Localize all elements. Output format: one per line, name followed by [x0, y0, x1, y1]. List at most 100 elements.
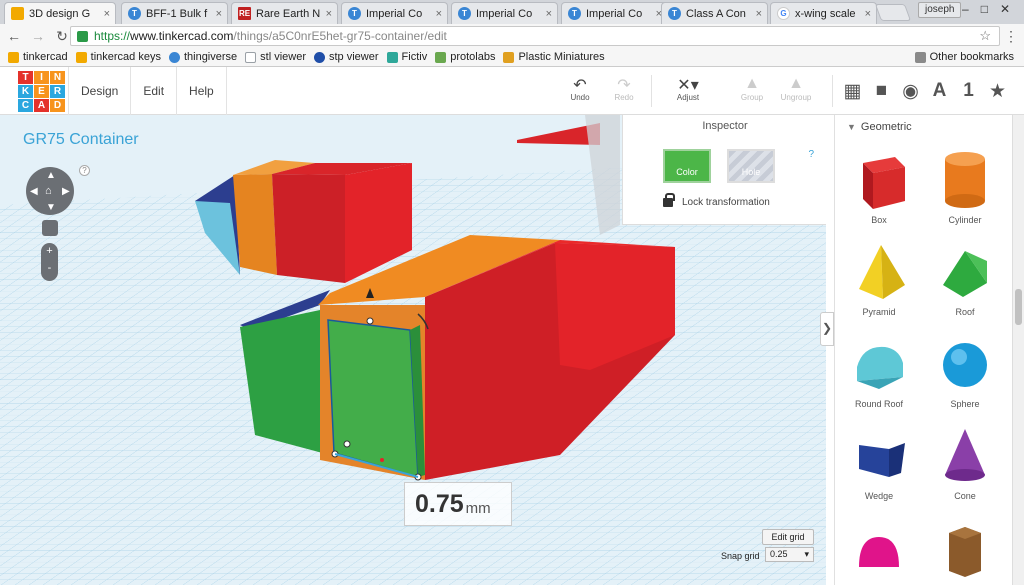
- browser-tab[interactable]: T Imperial Co ×: [561, 2, 668, 24]
- rare-earth-favicon-icon: RE: [238, 7, 251, 20]
- ungroup-button[interactable]: ▲ Ungroup: [774, 75, 818, 102]
- close-tab-icon[interactable]: ×: [546, 8, 552, 20]
- box-icon[interactable]: ■: [867, 80, 896, 102]
- pan-down-icon[interactable]: ▼: [46, 202, 56, 213]
- thingiverse-favicon-icon: T: [568, 7, 581, 20]
- dimension-input[interactable]: 0.75 mm: [404, 482, 512, 526]
- browser-tab[interactable]: T Imperial Co ×: [451, 2, 558, 24]
- profile-button[interactable]: joseph: [918, 2, 962, 18]
- browser-tab[interactable]: T Class A Con ×: [661, 2, 768, 24]
- shape-cylinder[interactable]: Cylinder: [925, 149, 1005, 225]
- help-icon[interactable]: ?: [79, 165, 90, 176]
- sphere-icon[interactable]: ◉: [896, 80, 925, 103]
- pan-left-icon[interactable]: ◀: [30, 186, 38, 197]
- shape-category-header[interactable]: ▼ Geometric: [847, 121, 912, 133]
- shape-cone[interactable]: Cone: [925, 425, 1005, 501]
- maximize-icon[interactable]: □: [981, 2, 1000, 16]
- number-icon[interactable]: 1: [954, 80, 983, 102]
- resize-handle[interactable]: [343, 440, 351, 448]
- close-tab-icon[interactable]: ×: [104, 8, 110, 20]
- other-bookmarks[interactable]: Other bookmarks: [914, 51, 1014, 63]
- reload-icon[interactable]: ↻: [52, 26, 72, 46]
- group-button[interactable]: ▲ Group: [730, 75, 774, 102]
- browser-toolbar: ← → ↻ https://www.tinkercad.com/things/a…: [0, 24, 1024, 48]
- pan-up-icon[interactable]: ▲: [46, 170, 56, 181]
- minimize-icon[interactable]: –: [962, 2, 981, 16]
- resize-handle[interactable]: [366, 317, 374, 325]
- close-tab-icon[interactable]: ×: [326, 8, 332, 20]
- browser-tab[interactable]: 3D design G ×: [4, 2, 116, 24]
- color-swatch-button[interactable]: Color: [663, 149, 711, 183]
- shape-wedge[interactable]: Wedge: [839, 425, 919, 501]
- dimension-value[interactable]: 0.75: [415, 490, 464, 519]
- inspector-help-icon[interactable]: ?: [808, 149, 814, 160]
- pan-right-icon[interactable]: ▶: [62, 186, 70, 197]
- pyramid-shape-icon: [859, 245, 905, 299]
- browser-tab[interactable]: T BFF-1 Bulk f ×: [121, 2, 228, 24]
- redo-button[interactable]: ↷ Redo: [602, 75, 646, 102]
- close-tab-icon[interactable]: ×: [756, 8, 762, 20]
- url-path: /things/a5C0nrE5het-gr75-container/edit: [233, 29, 447, 43]
- scrollbar-thumb[interactable]: [1015, 289, 1022, 325]
- edit-grid-button[interactable]: Edit grid: [762, 529, 814, 545]
- browser-menu-icon[interactable]: ⋮: [1004, 28, 1018, 45]
- collapse-panel-chevron-icon[interactable]: ❯: [820, 312, 834, 346]
- back-arrow-icon[interactable]: ←: [4, 26, 24, 46]
- favorites-icon[interactable]: ★: [983, 80, 1012, 103]
- close-tab-icon[interactable]: ×: [865, 8, 871, 20]
- bookmark-plastic-miniatures[interactable]: Plastic Miniatures: [503, 51, 605, 63]
- new-tab-button[interactable]: [874, 4, 912, 21]
- adjust-button[interactable]: ✕▾ Adjust: [666, 75, 710, 102]
- tinkercad-logo[interactable]: T I N K E R C A D: [18, 71, 65, 112]
- hole-button[interactable]: Hole: [727, 149, 775, 183]
- shape-sphere[interactable]: Sphere: [925, 333, 1005, 409]
- thingiverse-favicon-icon: T: [668, 7, 681, 20]
- browser-tab[interactable]: RE Rare Earth N ×: [231, 2, 338, 24]
- close-tab-icon[interactable]: ×: [216, 8, 222, 20]
- shape-pyramid[interactable]: Pyramid: [839, 241, 919, 317]
- bookmark-thingiverse[interactable]: thingiverse: [168, 51, 237, 63]
- bookmark-star-icon[interactable]: ☆: [979, 28, 991, 44]
- view-navigation-control[interactable]: ▲ ▼ ◀ ▶ ⌂: [26, 167, 74, 215]
- grid-icon[interactable]: ▦: [838, 80, 867, 103]
- sphere-shape-icon: [943, 343, 987, 387]
- browser-tab[interactable]: T Imperial Co ×: [341, 2, 448, 24]
- close-window-icon[interactable]: ✕: [1000, 2, 1022, 16]
- workplane-viewport[interactable]: GR75 Container ? ▲ ▼ ◀ ▶ ⌂ + - Inspector…: [0, 115, 826, 585]
- browser-tab[interactable]: G x-wing scale ×: [770, 2, 877, 24]
- text-icon[interactable]: A: [925, 80, 954, 102]
- folder-icon: [914, 51, 926, 63]
- snap-grid-select[interactable]: 0.25: [765, 547, 814, 562]
- bookmark-protolabs[interactable]: protolabs: [435, 51, 495, 63]
- menu-design[interactable]: Design: [68, 67, 130, 115]
- bookmark-tinkercad-keys[interactable]: tinkercad keys: [75, 51, 161, 63]
- shape-half-sphere[interactable]: [839, 517, 919, 583]
- forward-arrow-icon[interactable]: →: [28, 26, 48, 46]
- bookmark-tinkercad[interactable]: tinkercad: [8, 51, 68, 63]
- redo-icon: ↷: [617, 77, 631, 94]
- bookmark-stl-viewer[interactable]: stl viewer: [245, 51, 306, 63]
- zoom-in-button[interactable]: +: [41, 243, 58, 260]
- design-title[interactable]: GR75 Container: [23, 131, 139, 149]
- tab-title: Imperial Co: [366, 7, 423, 20]
- menu-edit[interactable]: Edit: [130, 67, 176, 115]
- undo-button[interactable]: ↶ Undo: [558, 75, 602, 102]
- bookmark-stp-viewer[interactable]: stp viewer: [314, 51, 379, 63]
- zoom-out-button[interactable]: -: [41, 260, 58, 277]
- lock-transformation-toggle[interactable]: Lock transformation: [663, 193, 770, 208]
- close-tab-icon[interactable]: ×: [436, 8, 442, 20]
- window-controls[interactable]: –□✕: [962, 2, 1022, 16]
- shape-round-roof[interactable]: Round Roof: [839, 333, 919, 409]
- shape-polygon[interactable]: [925, 517, 1005, 583]
- address-bar[interactable]: https://www.tinkercad.com/things/a5C0nrE…: [70, 26, 1000, 46]
- bookmark-label: stp viewer: [329, 51, 379, 63]
- fit-view-button[interactable]: [42, 220, 58, 236]
- bookmark-label: Plastic Miniatures: [518, 51, 605, 63]
- shapes-scrollbar[interactable]: [1012, 115, 1024, 585]
- menu-help[interactable]: Help: [176, 67, 227, 115]
- shape-roof[interactable]: Roof: [925, 241, 1005, 317]
- polygon-shape-icon: [949, 527, 981, 577]
- shape-box[interactable]: Box: [839, 149, 919, 225]
- home-view-icon[interactable]: ⌂: [45, 185, 52, 197]
- bookmark-fictiv[interactable]: Fictiv: [386, 51, 427, 63]
